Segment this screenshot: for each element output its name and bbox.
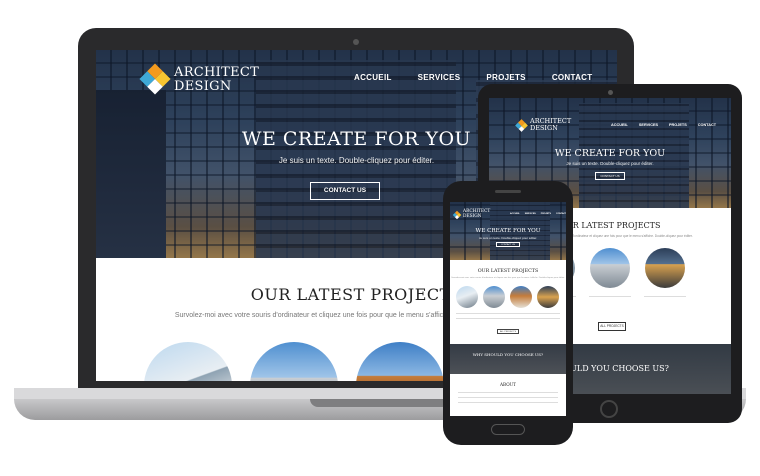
phone-projects-description: Survolez-moi avec votre souris d'ordinat… <box>451 277 565 279</box>
phone-about-title: ABOUT <box>500 382 516 387</box>
phone-why-section <box>450 344 566 374</box>
phone-project-thumbnail-3[interactable] <box>510 286 532 308</box>
phone-speaker <box>495 190 521 193</box>
phone-about-text-3 <box>458 402 558 403</box>
phone-captions-1 <box>456 313 560 314</box>
phone-why-title: WHY SHOULD YOU CHOOSE US? <box>472 352 544 357</box>
phone-about-text-1 <box>458 392 558 393</box>
tablet-contact-us-button[interactable]: CONTACT US <box>595 172 625 180</box>
phone-nav: ACCUEIL SERVICES PROJETS CONTACT <box>510 213 566 215</box>
tablet-all-projects-button[interactable]: ALL PROJECTS <box>598 322 626 331</box>
tablet-camera <box>608 90 613 95</box>
tablet-caption-3 <box>644 296 686 297</box>
nav-item-services[interactable]: SERVICES <box>418 73 461 82</box>
tablet-brand-line2: DESIGN <box>530 124 558 132</box>
nav-item-projets[interactable]: PROJETS <box>486 73 525 82</box>
phone-nav-services[interactable]: SERVICES <box>525 213 536 215</box>
phone-about-text-2 <box>458 397 558 398</box>
tablet-project-thumbnail-3[interactable] <box>645 248 685 288</box>
tablet-nav-projets[interactable]: PROJETS <box>669 123 687 127</box>
brand-name[interactable]: ARCHITECT DESIGN <box>174 66 259 94</box>
phone-hero-headline: WE CREATE FOR YOU <box>475 228 541 234</box>
tablet-nav-accueil[interactable]: ACCUEIL <box>611 123 628 127</box>
phone-captions-2 <box>456 318 560 319</box>
phone-contact-us-button[interactable]: CONTACT US <box>496 242 520 247</box>
tablet-caption-2 <box>589 296 631 297</box>
laptop-notch <box>310 399 450 407</box>
contact-us-button[interactable]: CONTACT US <box>310 182 380 200</box>
brand-line2: DESIGN <box>174 79 232 94</box>
tablet-nav: ACCUEIL SERVICES PROJETS CONTACT <box>611 123 716 127</box>
tablet-home-button <box>600 400 618 418</box>
brand-line1: ARCHITECT <box>174 65 260 80</box>
project-thumbnail-2[interactable] <box>250 342 338 381</box>
tablet-nav-contact[interactable]: CONTACT <box>698 123 716 127</box>
phone-brand-name[interactable]: ARCHITECT DESIGN <box>463 209 490 219</box>
phone-brand-line2: DESIGN <box>463 213 482 219</box>
phone-project-thumbnail-1[interactable] <box>456 286 478 308</box>
phone-nav-projets[interactable]: PROJETS <box>541 213 551 215</box>
tablet-project-thumbnail-2[interactable] <box>590 248 630 288</box>
phone-project-thumbnail-2[interactable] <box>483 286 505 308</box>
phone-screen: ARCHITECT DESIGN ACCUEIL SERVICES PROJET… <box>450 202 566 416</box>
nav-item-accueil[interactable]: ACCUEIL <box>354 73 392 82</box>
phone-hero-subtitle: Je suis un texte. Double-cliquez pour éd… <box>478 236 538 240</box>
phone-nav-accueil[interactable]: ACCUEIL <box>510 213 520 215</box>
phone-home-button <box>491 424 525 435</box>
phone-projects-title: OUR LATEST PROJECTS <box>477 269 539 274</box>
laptop-camera <box>353 39 359 45</box>
tablet-brand-name[interactable]: ARCHITECT DESIGN <box>530 118 571 132</box>
tablet-nav-services[interactable]: SERVICES <box>639 123 658 127</box>
phone-nav-contact[interactable]: CONTACT <box>556 213 566 215</box>
main-nav: ACCUEIL SERVICES PROJETS CONTACT <box>354 73 592 82</box>
project-thumbnail-1[interactable] <box>144 342 232 381</box>
phone-all-projects-button[interactable]: ALL PROJECTS <box>497 329 519 334</box>
project-thumbnail-3[interactable] <box>356 342 444 381</box>
phone-project-thumbnail-4[interactable] <box>537 286 559 308</box>
tablet-hero-headline: WE CREATE FOR YOU <box>554 148 666 159</box>
tablet-hero-subtitle: Je suis un texte. Double-cliquez pour éd… <box>566 161 654 166</box>
nav-item-contact[interactable]: CONTACT <box>552 73 593 82</box>
